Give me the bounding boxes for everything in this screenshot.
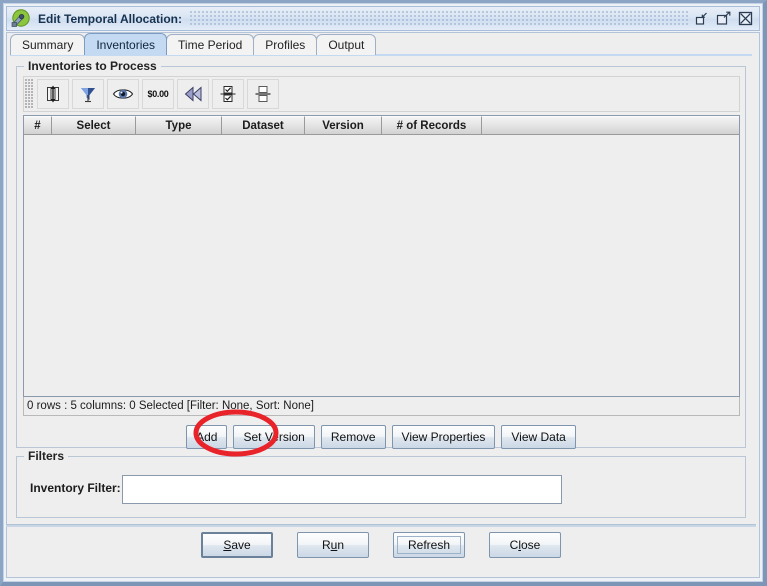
button-label: Run <box>321 538 345 552</box>
toolbar-drag-handle[interactable] <box>25 79 34 109</box>
tab-bar: Summary Inventories Time Period Profiles… <box>10 33 752 55</box>
column-header-records[interactable]: # of Records <box>382 116 482 135</box>
minimize-button[interactable] <box>693 10 710 27</box>
split-view-button[interactable] <box>247 79 279 109</box>
title-bar[interactable]: Edit Temporal Allocation: <box>6 6 760 31</box>
bottom-separator <box>6 524 756 527</box>
tab-label: Time Period <box>178 38 243 52</box>
tab-label: Profiles <box>265 38 306 52</box>
window-frame: Edit Temporal Allocation: Summary Invent… <box>0 0 767 586</box>
button-label: Close <box>509 538 541 552</box>
add-button[interactable]: Add <box>186 425 228 449</box>
format-button[interactable]: $0.00 <box>142 79 174 109</box>
column-header-dataset[interactable]: Dataset <box>222 116 305 135</box>
filter-button[interactable] <box>72 79 104 109</box>
tab-summary[interactable]: Summary <box>10 34 86 55</box>
window-inner: Edit Temporal Allocation: Summary Invent… <box>3 3 763 582</box>
inventory-filter-input[interactable] <box>122 475 562 504</box>
tab-label: Output <box>328 38 365 52</box>
tab-profiles[interactable]: Profiles <box>253 34 318 55</box>
maximize-button[interactable] <box>715 10 732 27</box>
remove-button[interactable]: Remove <box>320 425 386 449</box>
column-header-filler <box>482 116 739 135</box>
dialog-buttons: Save Run Refresh Close <box>4 532 758 558</box>
set-version-button[interactable]: Set Version <box>233 425 315 449</box>
view-data-button[interactable]: View Data <box>501 425 576 449</box>
sort-columns-button[interactable] <box>37 79 69 109</box>
table-header-row: # Select Type Dataset Version # of Recor… <box>24 116 739 135</box>
button-label: Save <box>223 538 251 552</box>
refresh-button[interactable]: Refresh <box>393 532 465 558</box>
table-status-bar: 0 rows : 5 columns: 0 Selected [Filter: … <box>23 397 740 416</box>
column-header-number[interactable]: # <box>24 116 52 135</box>
view-properties-button[interactable]: View Properties <box>391 425 496 449</box>
save-button[interactable]: Save <box>201 532 273 558</box>
inventories-to-process-group: Inventories to Process $0.00 # Select Ty… <box>16 59 746 449</box>
inventory-action-buttons: Add Set Version Remove View Properties V… <box>17 425 745 449</box>
button-label: Set Version <box>243 430 305 444</box>
table-toolbar: $0.00 <box>23 76 740 112</box>
table-status-text: 0 rows : 5 columns: 0 Selected [Filter: … <box>27 400 314 412</box>
button-label: View Properties <box>401 430 486 444</box>
group-title: Filters <box>24 449 69 463</box>
tab-label: Summary <box>22 38 74 52</box>
tab-output[interactable]: Output <box>316 34 377 55</box>
button-label: Remove <box>330 430 376 444</box>
select-all-button[interactable] <box>212 79 244 109</box>
tab-label: Inventories <box>96 37 156 52</box>
focus-ring <box>397 536 461 554</box>
run-button[interactable]: Run <box>297 532 369 558</box>
reset-button[interactable] <box>177 79 209 109</box>
column-header-type[interactable]: Type <box>136 116 222 135</box>
inventories-tab-panel: Inventories to Process $0.00 # Select Ty… <box>10 56 752 542</box>
button-label: View Data <box>511 430 566 444</box>
button-label: Add <box>196 430 218 444</box>
app-icon <box>11 9 30 28</box>
show-hide-columns-button[interactable] <box>107 79 139 109</box>
filters-group: Filters Inventory Filter: <box>16 449 746 518</box>
tab-time-period[interactable]: Time Period <box>166 34 255 55</box>
tab-inventories[interactable]: Inventories <box>84 33 168 55</box>
window-title: Edit Temporal Allocation: <box>38 11 183 26</box>
column-header-version[interactable]: Version <box>305 116 382 135</box>
title-bar-texture <box>190 11 689 26</box>
table-body[interactable] <box>24 135 739 396</box>
inventory-filter-label: Inventory Filter: <box>30 481 121 495</box>
inventories-table[interactable]: # Select Type Dataset Version # of Recor… <box>23 115 740 397</box>
close-button[interactable] <box>737 10 754 27</box>
column-header-select[interactable]: Select <box>52 116 136 135</box>
format-label: $0.00 <box>147 89 169 99</box>
group-title: Inventories to Process <box>24 59 161 73</box>
close-button-bottom[interactable]: Close <box>489 532 561 558</box>
